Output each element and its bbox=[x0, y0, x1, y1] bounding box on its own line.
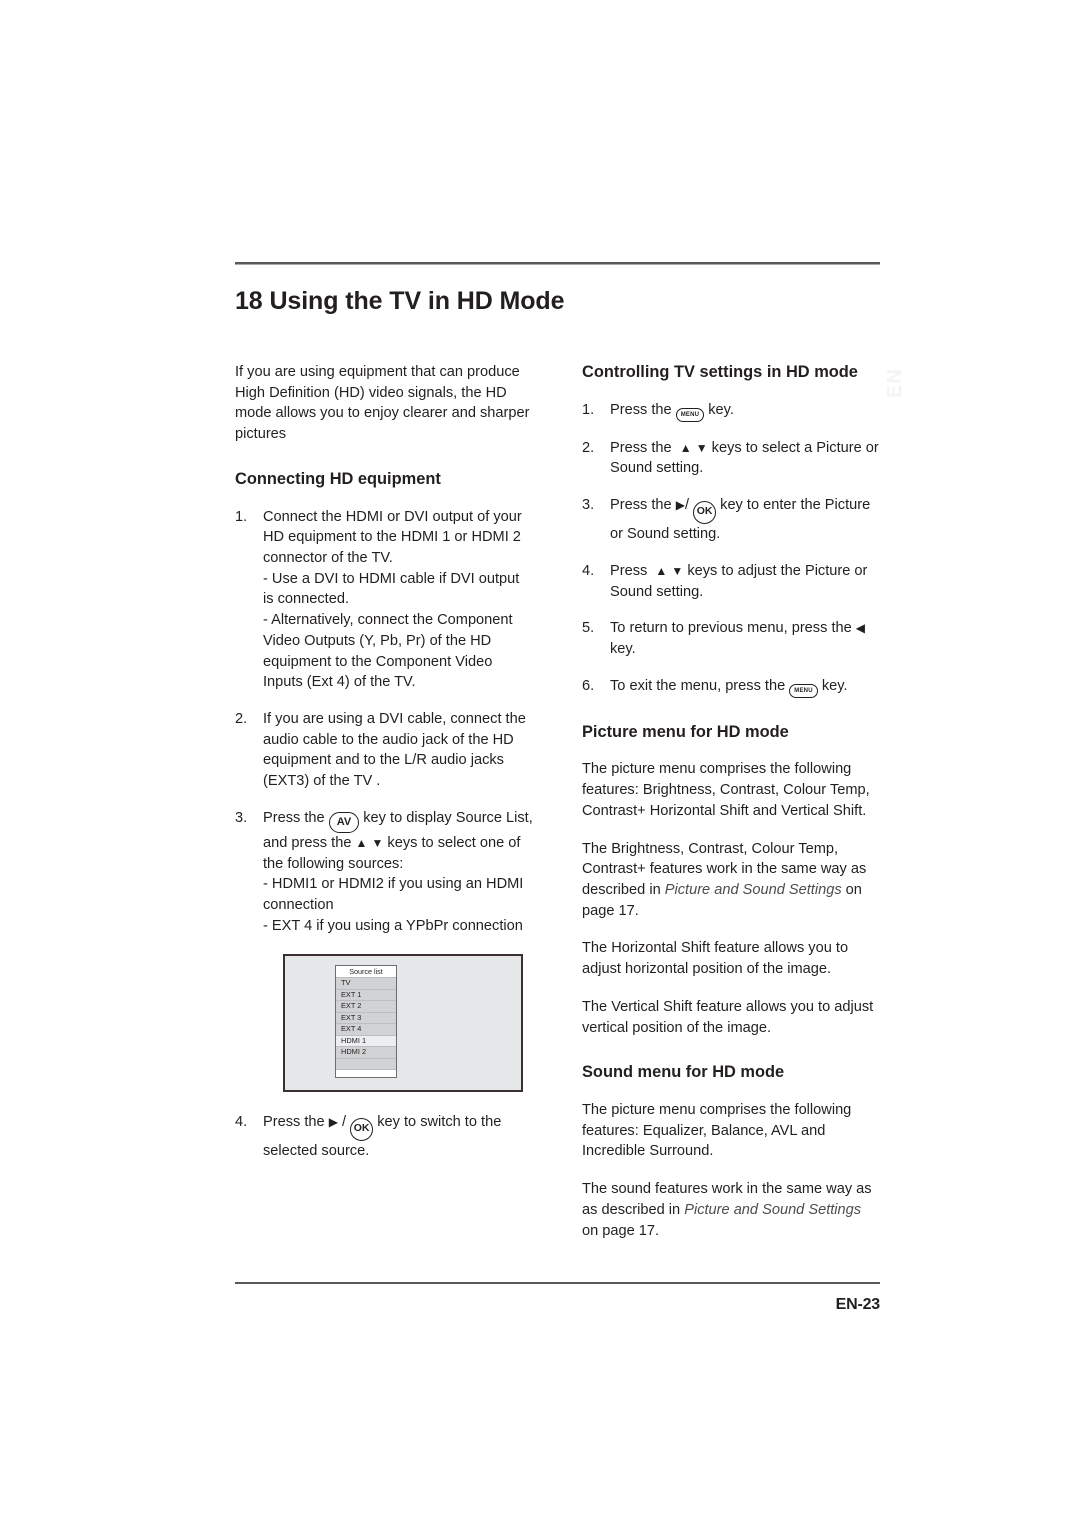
slash-separator: / bbox=[342, 1114, 347, 1131]
step-number: 1. bbox=[235, 508, 248, 525]
step-text: To return to previous menu, press the bbox=[610, 620, 852, 637]
list-item: 1. Press the MENU key. bbox=[582, 400, 880, 422]
heading-sound-menu-hd: Sound menu for HD mode bbox=[582, 1063, 785, 1082]
step-text: Press the bbox=[263, 1114, 325, 1131]
step-text: Press the bbox=[610, 439, 672, 456]
intro-paragraph: If you are using equipment that can prod… bbox=[235, 364, 530, 443]
page-title: 18 Using the TV in HD Mode bbox=[235, 287, 565, 315]
list-item: 3. Press the AV key to display Source Lis… bbox=[235, 808, 533, 937]
source-list-item-blank bbox=[336, 1058, 396, 1071]
step-number: 6. bbox=[582, 677, 595, 694]
sound-paragraph-2-reference: Picture and Sound Settings bbox=[684, 1201, 862, 1218]
step-subline: - Alternatively, connect the Component V… bbox=[263, 612, 513, 691]
picture-paragraph-2: The Brightness, Contrast, Colour Temp, C… bbox=[582, 839, 880, 922]
controlling-steps-list: 1. Press the MENU key. 2. Press the ▲ ▼ ke… bbox=[582, 400, 880, 698]
source-list-item-hdmi2[interactable]: HDMI 2 bbox=[336, 1047, 396, 1059]
source-list-item-ext1[interactable]: EXT 1 bbox=[336, 989, 396, 1002]
source-list-item-hdmi1[interactable]: HDMI 1 bbox=[336, 1035, 396, 1048]
arrow-right-icon: ▶ bbox=[328, 1115, 338, 1130]
left-column: If you are using equipment that can prod… bbox=[235, 362, 533, 1258]
step-subline: - HDMI1 or HDMI2 if you using an HDMI co… bbox=[263, 876, 524, 914]
source-list-item-ext2[interactable]: EXT 2 bbox=[336, 1001, 396, 1013]
right-column: Controlling TV settings in HD mode 1. Pre… bbox=[582, 362, 880, 1258]
source-list-item-ext4[interactable]: EXT 4 bbox=[336, 1024, 396, 1036]
menu-key-icon: MENU bbox=[789, 683, 818, 698]
step-number: 4. bbox=[235, 1114, 248, 1131]
step-text: Connect the HDMI or DVI output of your H… bbox=[263, 508, 522, 566]
list-item: 4. Press the ▶ / OK key to switch to the … bbox=[235, 1112, 533, 1162]
list-item: 4. Press ▲ ▼ keys to adjust the Picture o… bbox=[582, 561, 880, 602]
slash-separator: / bbox=[684, 497, 690, 514]
step-number: 3. bbox=[582, 497, 595, 514]
heading-controlling-tv-settings: Controlling TV settings in HD mode bbox=[582, 363, 858, 381]
step-text: To exit the menu, press the bbox=[610, 677, 786, 694]
heading-connecting-hd-equipment: Connecting HD equipment bbox=[235, 469, 441, 488]
step-text: If you are using a DVI cable, connect th… bbox=[263, 711, 526, 790]
step-number: 5. bbox=[582, 620, 595, 637]
list-item: 5. To return to previous menu, press the … bbox=[582, 618, 880, 659]
list-item: 1. Connect the HDMI or DVI output of your… bbox=[235, 507, 533, 693]
page-content: 18 Using the TV in HD Mode If you are us… bbox=[235, 262, 880, 1314]
list-item: 2. If you are using a DVI cable, connect … bbox=[235, 709, 533, 792]
step-number: 2. bbox=[235, 711, 248, 728]
page-watermark: EN bbox=[884, 368, 906, 398]
step-subline: - EXT 4 if you using a YPbPr connection bbox=[263, 917, 523, 934]
sound-paragraph-2-part2: on page 17. bbox=[582, 1222, 660, 1239]
step-text: Press the bbox=[610, 497, 672, 514]
document-page: EN 18 Using the TV in HD Mode If you are… bbox=[0, 0, 1080, 1527]
source-list-menu: Source list TV EXT 1 EXT 2 EXT 3 EXT 4 H… bbox=[335, 965, 397, 1079]
heading-picture-menu-hd: Picture menu for HD mode bbox=[582, 722, 789, 741]
step-number: 3. bbox=[235, 809, 248, 826]
arrow-up-icon: ▲ bbox=[679, 440, 692, 455]
step-subline: - Use a DVI to HDMI cable if DVI output … bbox=[263, 570, 520, 608]
step-number: 1. bbox=[582, 401, 595, 418]
arrow-down-icon: ▼ bbox=[695, 440, 708, 455]
arrow-up-icon: ▲ bbox=[355, 835, 368, 850]
step-text: Press the bbox=[263, 809, 325, 826]
sound-paragraph-1: The picture menu comprises the following… bbox=[582, 1101, 852, 1160]
list-item: 2. Press the ▲ ▼ keys to select a Picture… bbox=[582, 438, 880, 479]
connecting-steps-list: 1. Connect the HDMI or DVI output of your… bbox=[235, 507, 533, 937]
step-text: keys to adjust the Picture or Sound sett… bbox=[610, 562, 868, 600]
connecting-steps-list-continued: 4. Press the ▶ / OK key to switch to the … bbox=[235, 1112, 533, 1162]
step-text: key. bbox=[708, 401, 734, 418]
picture-paragraph-2-reference: Picture and Sound Settings bbox=[664, 881, 842, 898]
step-number: 4. bbox=[582, 562, 595, 579]
header-rule bbox=[235, 262, 880, 265]
arrow-down-icon: ▼ bbox=[371, 835, 384, 850]
source-list-footer bbox=[336, 1070, 396, 1078]
arrow-right-icon: ▶ bbox=[675, 498, 685, 513]
step-text: Press the bbox=[610, 401, 672, 418]
step-text: Press bbox=[610, 562, 648, 579]
arrow-down-icon: ▼ bbox=[671, 563, 684, 578]
two-column-body: If you are using equipment that can prod… bbox=[235, 362, 880, 1258]
step-text: key. bbox=[821, 677, 848, 694]
list-item: 3. Press the ▶/ OK key to enter the Pictu… bbox=[582, 495, 880, 545]
footer-page-number: EN-23 bbox=[835, 1296, 881, 1314]
ok-key-icon: OK bbox=[350, 1118, 374, 1142]
picture-paragraph-3: The Horizontal Shift feature allows you … bbox=[582, 940, 849, 978]
source-list-item-ext3[interactable]: EXT 3 bbox=[336, 1012, 396, 1025]
step-text: key. bbox=[610, 640, 636, 657]
sound-paragraph-2: The sound features work in the same way … bbox=[582, 1179, 880, 1241]
ok-key-icon: OK bbox=[693, 501, 717, 525]
step-number: 2. bbox=[582, 439, 595, 456]
figure-source-list-screen: Source list TV EXT 1 EXT 2 EXT 3 EXT 4 H… bbox=[283, 954, 523, 1093]
picture-paragraph-1: The picture menu comprises the following… bbox=[582, 761, 870, 819]
footer-rule bbox=[235, 1282, 880, 1285]
source-list-title: Source list bbox=[336, 966, 396, 979]
arrow-left-icon: ◀ bbox=[855, 621, 866, 636]
list-item: 6. To exit the menu, press the MENU key. bbox=[582, 676, 880, 698]
arrow-up-icon: ▲ bbox=[655, 563, 668, 578]
menu-key-icon: MENU bbox=[675, 407, 705, 422]
av-key-icon: AV bbox=[328, 811, 360, 833]
source-list-item-tv[interactable]: TV bbox=[336, 978, 396, 990]
picture-paragraph-4: The Vertical Shift feature allows you to… bbox=[582, 998, 874, 1036]
